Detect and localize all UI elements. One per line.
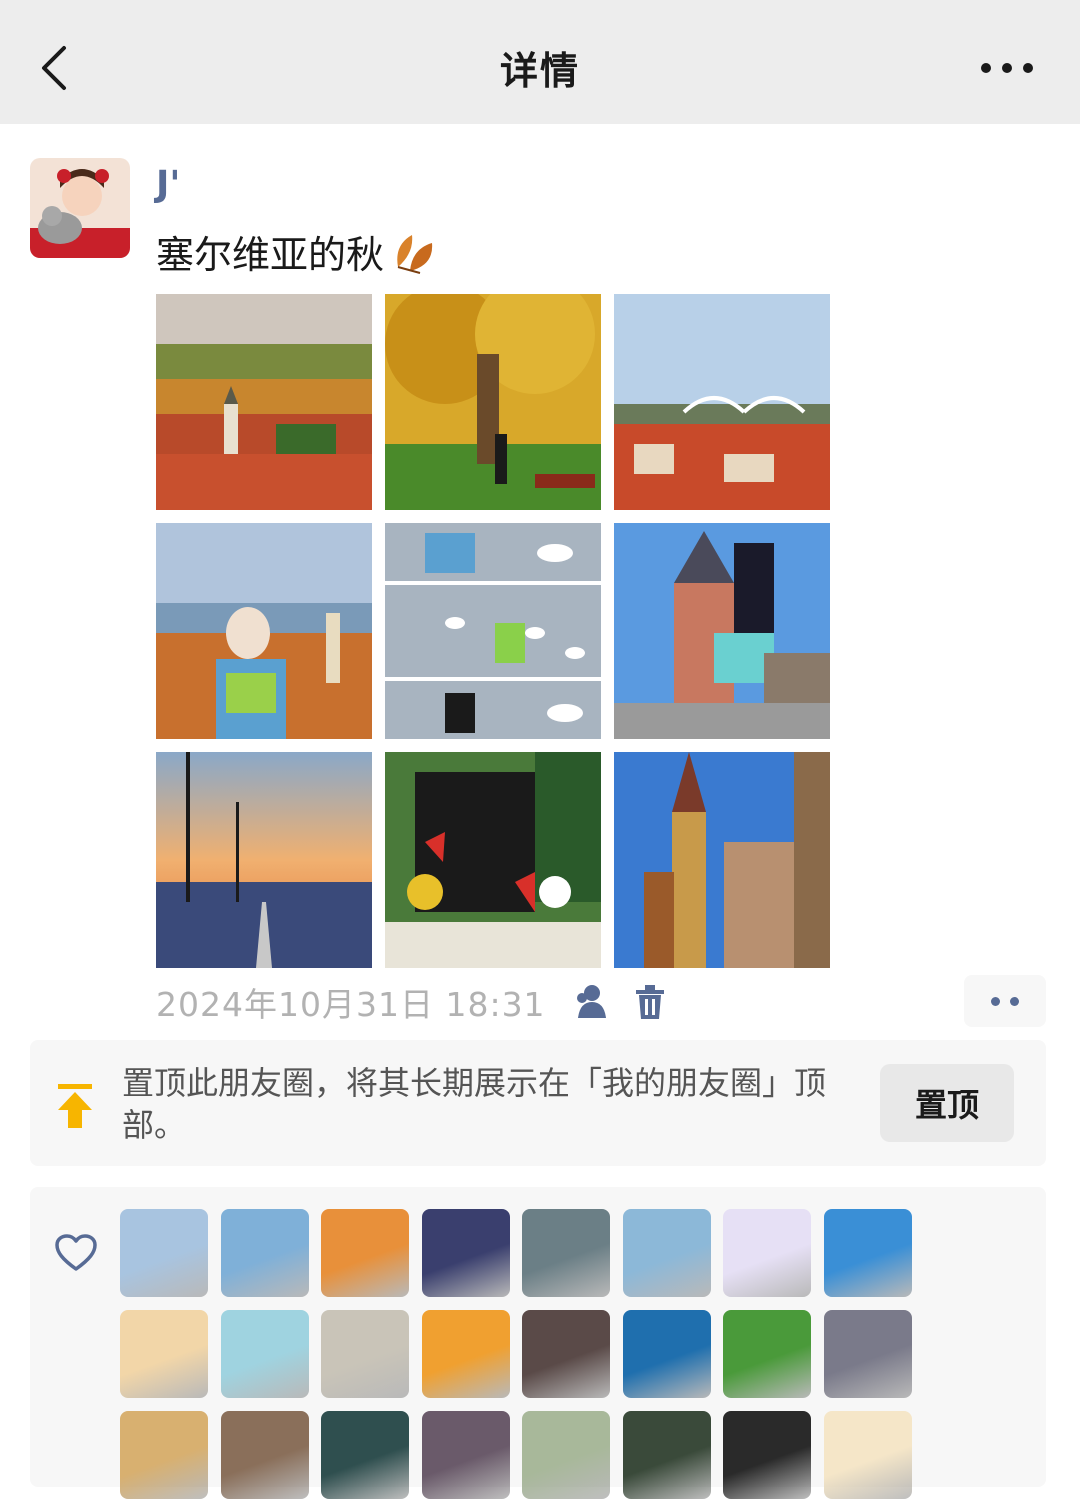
likes-panel (30, 1187, 1046, 1499)
liker-avatar[interactable] (723, 1209, 811, 1297)
liker-avatar[interactable] (421, 1209, 510, 1297)
city-autumn-photo (156, 294, 372, 510)
nav-bar: 详情 (0, 0, 1080, 124)
avatar[interactable] (30, 158, 130, 258)
liker-avatar[interactable] (220, 1209, 309, 1297)
photo-1[interactable] (156, 294, 372, 510)
user-avatar-icon (30, 158, 130, 258)
liker-avatar[interactable] (823, 1310, 912, 1398)
username[interactable]: J' (156, 164, 180, 205)
photo-4[interactable] (156, 523, 372, 739)
photo-9[interactable] (614, 752, 830, 968)
sunset-bridge-photo (156, 752, 372, 968)
pin-to-top-icon (58, 1084, 92, 1128)
likes-avatar-grid (120, 1209, 912, 1499)
photo-8[interactable] (385, 752, 601, 968)
liker-avatar[interactable] (120, 1411, 208, 1499)
ellipsis-icon (981, 63, 1033, 73)
post-timestamp: 2024年10月31日 18:31 (156, 985, 546, 1024)
tree-autumn-photo (385, 294, 601, 510)
woman-rooftops-photo (156, 523, 372, 739)
liker-avatar[interactable] (723, 1310, 811, 1398)
page-title: 详情 (499, 49, 580, 93)
liker-avatar[interactable] (220, 1310, 309, 1398)
liker-avatar[interactable] (522, 1209, 610, 1297)
liker-avatar[interactable] (220, 1411, 309, 1499)
more-options-button[interactable] (980, 52, 1036, 84)
trash-icon[interactable] (634, 984, 666, 1020)
bridge-rooftops-photo (614, 294, 830, 510)
post-meta: 2024年10月31日 18:31 (156, 978, 666, 1026)
photo-6[interactable] (614, 523, 830, 739)
photo-3[interactable] (614, 294, 830, 510)
liker-avatar[interactable] (723, 1411, 811, 1499)
post-text: 塞尔维亚的秋 (156, 233, 385, 277)
post-actions-button[interactable] (964, 975, 1046, 1027)
dot-icon (1010, 996, 1019, 1006)
liker-avatar[interactable] (522, 1310, 610, 1398)
photo-5[interactable] (385, 523, 601, 739)
liker-avatar[interactable] (522, 1411, 610, 1499)
post-caption: 塞尔维亚的秋 (156, 224, 442, 279)
liker-avatar[interactable] (823, 1411, 912, 1499)
heart-icon (55, 1234, 97, 1271)
photo-grid (156, 294, 830, 968)
cathedral-photo (614, 752, 830, 968)
liker-avatar[interactable] (823, 1209, 912, 1297)
memorial-stone-photo (385, 752, 601, 968)
friends-visibility-icon[interactable] (570, 982, 610, 1022)
liker-avatar[interactable] (321, 1209, 409, 1297)
liker-avatar[interactable] (321, 1411, 409, 1499)
liker-avatar[interactable] (622, 1209, 711, 1297)
tower-woman-photo (614, 523, 830, 739)
autumn-leaf-icon (397, 234, 433, 274)
liker-avatar[interactable] (421, 1411, 510, 1499)
pin-button[interactable]: 置顶 (880, 1064, 1014, 1142)
photo-7[interactable] (156, 752, 372, 968)
swans-collage-photo (385, 523, 601, 739)
pin-banner: 置顶此朋友圈，将其长期展示在「我的朋友圈」顶部。 置顶 (30, 1040, 1046, 1166)
pin-description: 置顶此朋友圈，将其长期展示在「我的朋友圈」顶部。 (122, 1064, 827, 1144)
photo-2[interactable] (385, 294, 601, 510)
liker-avatar[interactable] (321, 1310, 409, 1398)
dot-icon (991, 996, 1000, 1006)
liker-avatar[interactable] (622, 1411, 711, 1499)
liker-avatar[interactable] (421, 1310, 510, 1398)
liker-avatar[interactable] (622, 1310, 711, 1398)
liker-avatar[interactable] (120, 1209, 208, 1297)
liker-avatar[interactable] (120, 1310, 208, 1398)
